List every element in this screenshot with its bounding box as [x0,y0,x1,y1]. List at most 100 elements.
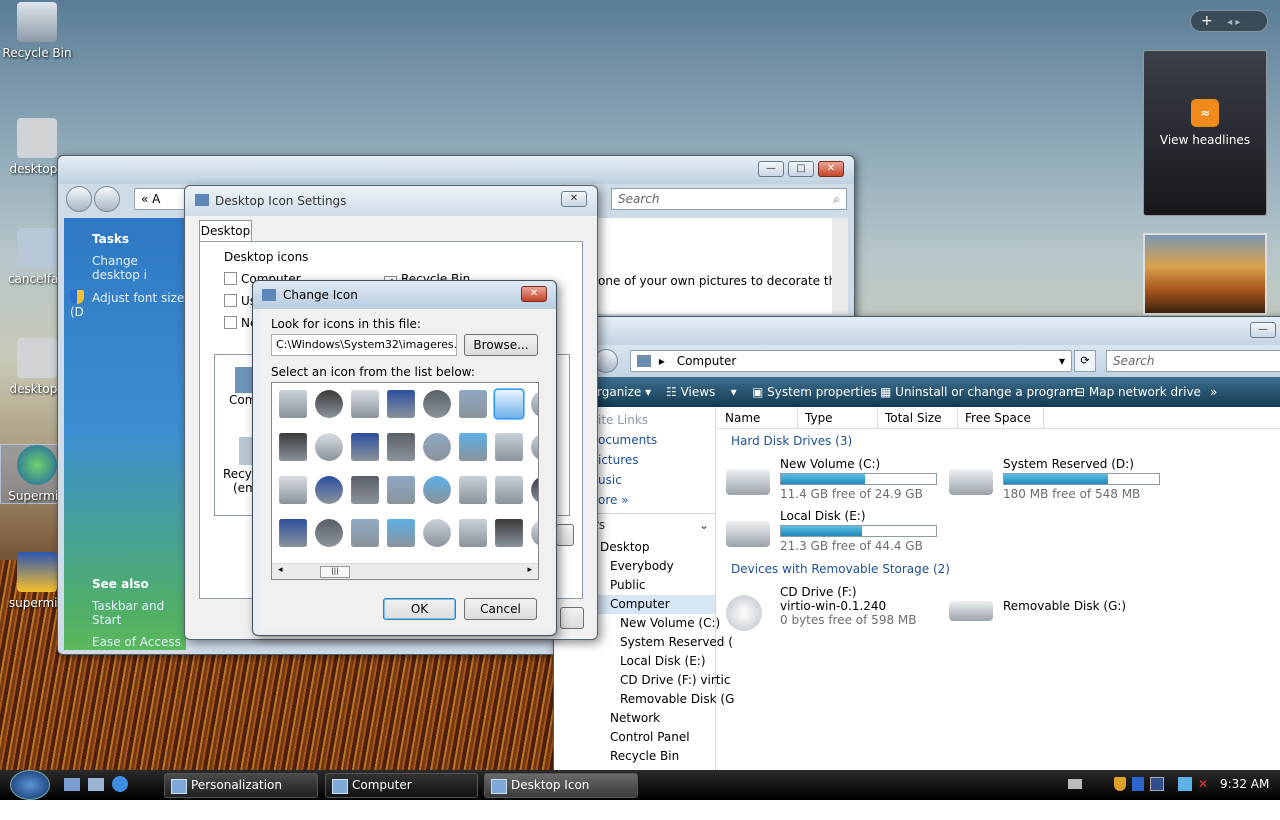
apply-button[interactable] [560,607,584,629]
minimize-button[interactable]: — [1250,322,1276,338]
chevron-down-icon[interactable]: ⌄ [699,518,709,532]
tree-item-drive-f[interactable]: CD Drive (F:) virtic [554,671,730,690]
icon-option[interactable] [315,519,343,547]
show-desktop-icon[interactable] [64,778,80,791]
start-button[interactable] [10,770,50,800]
volume-muted-icon[interactable]: ✕ [1198,777,1212,791]
icon-option[interactable] [531,433,538,461]
organize-button[interactable]: rganize ▾ [597,377,651,407]
icon-option[interactable] [459,476,487,504]
icon-option[interactable] [531,519,538,547]
gadget-controls[interactable]: + ◂ ▸ [1190,10,1268,32]
cancel-button[interactable]: Cancel [464,598,537,620]
icon-option[interactable] [279,390,307,418]
back-button[interactable] [66,186,92,212]
internet-explorer-icon[interactable] [112,776,128,792]
horizontal-scrollbar[interactable]: ◂ ||| ▸ [272,563,538,579]
browse-button[interactable]: Browse... [464,334,538,356]
see-also-ease-link[interactable]: Ease of Access [92,635,186,649]
tree-item-drive-e[interactable]: Local Disk (E:) [554,652,715,671]
tree-item-control-panel[interactable]: Control Panel [554,728,715,747]
icon-option[interactable] [495,519,523,547]
group-header-removable[interactable]: Devices with Removable Storage (2) [731,562,950,576]
icon-option[interactable] [531,476,538,504]
feed-headlines-gadget[interactable]: ≈ View headlines [1143,50,1267,216]
gadget-nav-arrows[interactable]: ◂ ▸ [1227,17,1240,28]
search-input[interactable]: Search ⌕ [611,188,847,210]
keyboard-icon[interactable] [1068,779,1082,789]
icon-option[interactable] [423,390,451,418]
task-link-desktop-icons[interactable]: Change desktop i [92,254,186,282]
icon-option[interactable] [423,476,451,504]
icon-option[interactable] [459,519,487,547]
add-gadget-button[interactable]: + [1201,13,1213,29]
network-icon[interactable] [1178,777,1192,791]
icon-option[interactable] [495,476,523,504]
close-button[interactable]: ✕ [521,286,547,302]
scrollbar-thumb[interactable]: ||| [320,566,350,578]
icon-option[interactable] [387,519,415,547]
icon-option[interactable] [459,390,487,418]
tree-item-recycle-bin[interactable]: Recycle Bin [554,747,715,766]
column-total-size[interactable]: Total Size [885,411,941,425]
refresh-button[interactable]: ⟳ [1074,350,1096,372]
forward-button[interactable] [94,186,120,212]
taskbar-item-computer[interactable]: Computer [325,773,478,798]
icon-option[interactable] [387,390,415,418]
map-network-drive-button[interactable]: ⊟ Map network drive [1075,377,1201,407]
tree-item-network[interactable]: Network [554,709,715,728]
views-button[interactable]: ☷ Views ▾ [666,377,737,407]
tree-item-drive-g[interactable]: Removable Disk (G [554,690,734,709]
ok-button[interactable]: OK [383,598,456,620]
search-input[interactable]: Search [1106,350,1280,372]
tray-app-icon[interactable] [1150,777,1164,791]
tray-app-icon[interactable] [1132,777,1144,791]
taskbar-item-personalization[interactable]: Personalization [164,773,318,798]
taskbar-item-desktop-icon-settings[interactable]: Desktop Icon Settings [484,773,638,815]
icon-option[interactable] [459,433,487,461]
minimize-button[interactable]: — [758,161,784,177]
tab-desktop[interactable]: Desktop [199,220,252,242]
icon-list[interactable]: ◂ ||| ▸ [271,382,539,580]
icon-option[interactable] [279,476,307,504]
group-header-hard-disks[interactable]: Hard Disk Drives (3) [731,434,852,448]
more-commands-button[interactable]: » [1210,377,1217,407]
switch-windows-icon[interactable] [88,778,104,791]
desktop-icon-recycle-bin[interactable]: Recycle Bin [0,2,74,60]
see-also-taskbar-link[interactable]: Taskbar and Start [92,599,186,627]
search-icon[interactable]: ⌕ [833,189,840,209]
icon-option[interactable] [387,476,415,504]
icon-option[interactable] [495,433,523,461]
security-shield-icon[interactable] [1114,777,1126,791]
icon-option[interactable] [351,476,379,504]
icon-option[interactable] [531,390,538,418]
breadcrumb-item[interactable]: A [152,192,160,206]
vertical-scrollbar[interactable] [832,218,848,314]
clock[interactable]: 9:32 AM [1220,777,1269,791]
address-bar[interactable]: ▸ Computer ▾ [630,350,1072,372]
breadcrumb-item[interactable]: Computer [677,354,737,368]
close-button[interactable]: ✕ [818,161,844,177]
icon-option[interactable] [423,519,451,547]
icon-option[interactable] [351,433,379,461]
uninstall-program-button[interactable]: ▦ Uninstall or change a program [880,377,1078,407]
maximize-button[interactable]: □ [788,161,814,177]
system-properties-button[interactable]: ▣ System properties [752,377,877,407]
column-name[interactable]: Name [725,411,760,425]
icon-option[interactable] [279,519,307,547]
column-free-space[interactable]: Free Space [965,411,1031,425]
task-link-font-size[interactable]: Adjust font size (D [70,291,184,319]
scroll-left-button[interactable]: ◂ [278,565,283,575]
icon-option[interactable] [351,390,379,418]
column-type[interactable]: Type [805,411,833,425]
icon-option[interactable] [315,390,343,418]
slideshow-gadget[interactable] [1143,233,1267,315]
file-path-input[interactable]: C:\Windows\System32\imageres.dll [271,334,457,356]
folders-header[interactable]: rs ⌄ [594,513,715,532]
restore-default-button[interactable] [556,524,574,546]
chevron-down-icon[interactable]: ▾ [1059,351,1065,371]
icon-option[interactable] [351,519,379,547]
close-button[interactable]: ✕ [561,191,587,207]
icon-option[interactable] [493,388,525,420]
icon-option[interactable] [315,476,343,504]
